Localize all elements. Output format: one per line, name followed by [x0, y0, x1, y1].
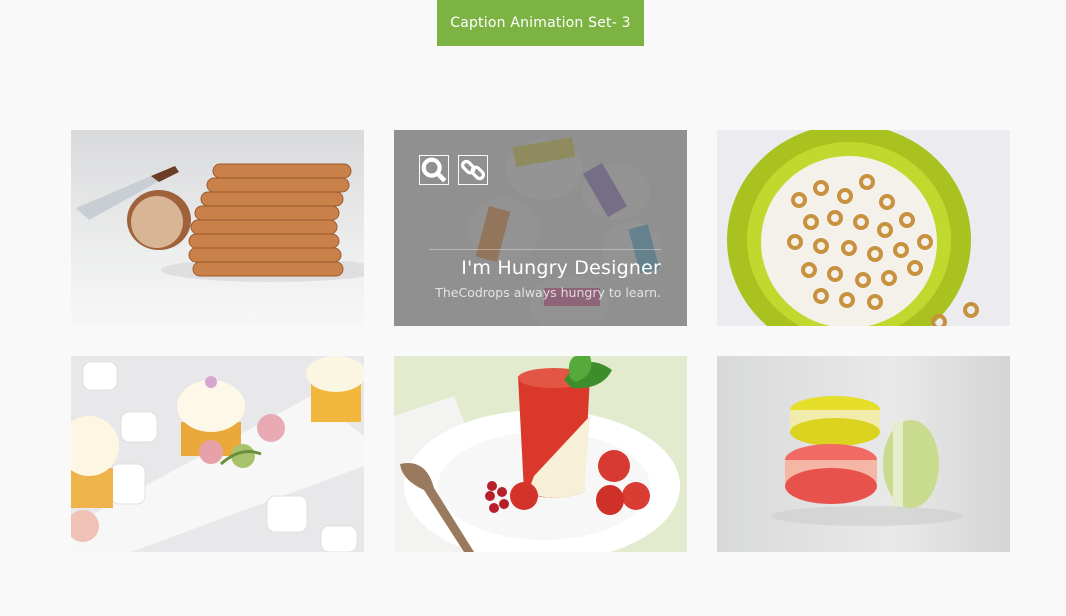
- gallery-item-cupcakes[interactable]: [71, 356, 364, 552]
- caption-overlay: I'm Hungry Designer TheCodrops always hu…: [394, 130, 687, 326]
- gallery-item-eggs[interactable]: I'm Hungry Designer TheCodrops always hu…: [394, 130, 687, 326]
- link-icon: [460, 159, 486, 181]
- bread-photo: [71, 130, 364, 326]
- caption-animation-set-button[interactable]: Caption Animation Set- 3: [437, 0, 644, 46]
- cereal-photo: [717, 130, 1010, 326]
- caption-subtitle: TheCodrops always hungry to learn.: [435, 285, 661, 300]
- gallery-item-dessert[interactable]: [394, 356, 687, 552]
- dessert-photo: [394, 356, 687, 552]
- zoom-button[interactable]: [419, 155, 449, 185]
- link-button[interactable]: [458, 155, 488, 185]
- gallery-item-macarons[interactable]: [717, 356, 1010, 552]
- image-gallery: I'm Hungry Designer TheCodrops always hu…: [71, 130, 1010, 552]
- caption-divider: [429, 249, 661, 250]
- macaron-photo: [717, 356, 1010, 552]
- gallery-item-bread[interactable]: [71, 130, 364, 326]
- search-icon: [421, 157, 447, 183]
- cupcake-photo: [71, 356, 364, 552]
- caption-title: I'm Hungry Designer: [461, 257, 661, 279]
- gallery-item-cereal[interactable]: [717, 130, 1010, 326]
